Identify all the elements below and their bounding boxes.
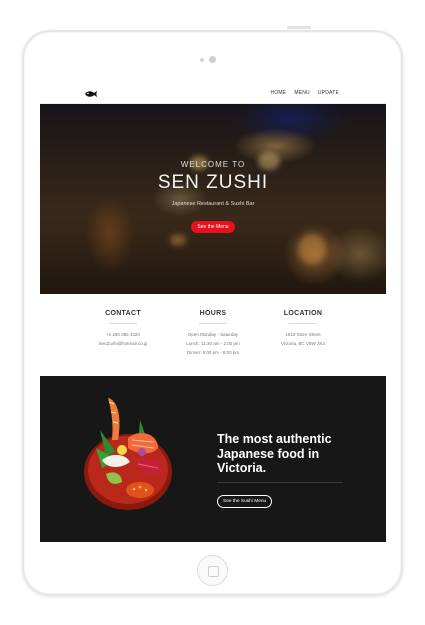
- hours-dinner: Dinner: 5:00 pm - 9:00 pm: [186, 350, 240, 355]
- hero-welcome: WELCOME TO: [180, 160, 246, 169]
- promo-title: The most authentic Japanese food in Vict…: [217, 432, 332, 475]
- navbar: HOME MENU UPDATE: [40, 84, 386, 104]
- see-menu-button[interactable]: See the Menu: [191, 221, 235, 233]
- hero-title: SEN ZUSHI: [157, 172, 269, 193]
- hero-section: WELCOME TO SEN ZUSHI Japanese Restaurant…: [40, 104, 386, 294]
- home-button[interactable]: [197, 555, 228, 586]
- hours-lunch: Lunch: 11:30 am - 2:00 pm: [186, 341, 240, 346]
- hero-tagline: Japanese Restaurant & Sushi Bar: [171, 201, 255, 207]
- nav-home-link[interactable]: HOME: [271, 90, 287, 96]
- sensor-dot: [200, 58, 204, 62]
- hours-days: Open Monday - Saturday: [187, 332, 239, 337]
- street-address: 1619 Store Street: [285, 332, 321, 337]
- nav-links: HOME MENU UPDATE: [271, 90, 339, 96]
- promo-content: The most authentic Japanese food in Vict…: [217, 432, 357, 508]
- divider: [289, 323, 317, 324]
- contact-heading: CONTACT: [105, 310, 141, 317]
- hours-column: HOURS Open Monday - Saturday Lunch: 11:3…: [168, 310, 258, 357]
- email-address[interactable]: SenZushi@hotmail.co.jp: [78, 339, 168, 348]
- city-address: Victoria, BC V8W 3K3: [281, 341, 325, 346]
- hours-heading: HOURS: [199, 310, 227, 317]
- tablet-screen: HOME MENU UPDATE WELCOME TO SEN ZUSHI Ja…: [40, 84, 386, 542]
- contact-column: CONTACT +1 250 385 4320 SenZushi@hotmail…: [78, 310, 168, 348]
- nav-update-link[interactable]: UPDATE: [318, 90, 339, 96]
- info-section: CONTACT +1 250 385 4320 SenZushi@hotmail…: [40, 294, 386, 376]
- front-camera: [209, 56, 216, 63]
- power-button: [287, 26, 311, 29]
- nav-menu-link[interactable]: MENU: [294, 90, 310, 96]
- phone-number[interactable]: +1 250 385 4320: [78, 330, 168, 339]
- divider: [109, 323, 137, 324]
- location-column: LOCATION 1619 Store Street Victoria, BC …: [258, 310, 348, 348]
- divider: [199, 323, 227, 324]
- fish-icon[interactable]: [84, 89, 98, 99]
- see-sushi-menu-button[interactable]: See the Sushi Menu: [217, 494, 273, 508]
- sushi-bowl-image: [84, 398, 172, 510]
- location-heading: LOCATION: [283, 310, 323, 317]
- promo-section: The most authentic Japanese food in Vict…: [40, 376, 386, 542]
- hero-content: WELCOME TO SEN ZUSHI Japanese Restaurant…: [40, 160, 386, 233]
- promo-divider: [217, 481, 343, 483]
